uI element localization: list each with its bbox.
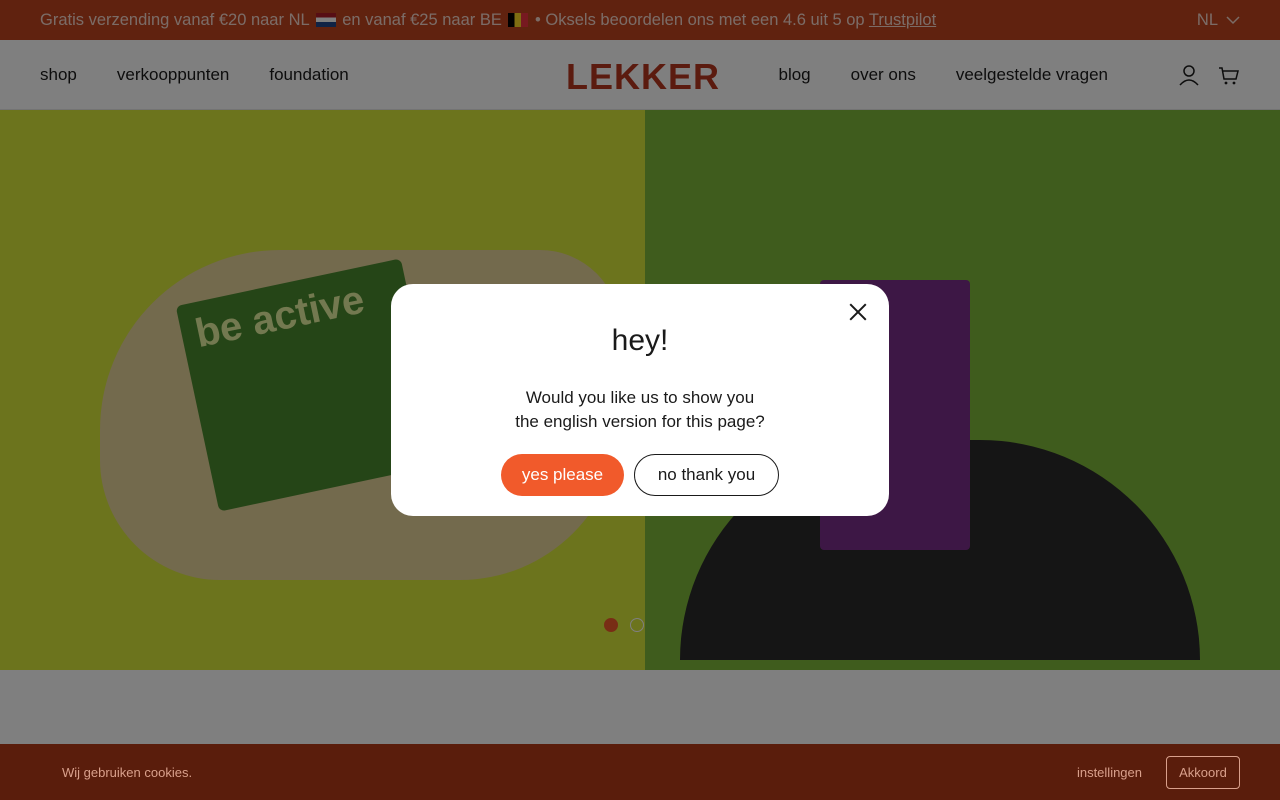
no-thank-you-button[interactable]: no thank you	[634, 454, 779, 496]
cookie-bar: Wij gebruiken cookies. instellingen Akko…	[0, 744, 1280, 800]
modal-title: hey!	[611, 324, 669, 357]
modal-buttons: yes please no thank you	[501, 454, 779, 496]
language-modal: hey! Would you like us to show you the e…	[391, 284, 889, 516]
cookie-accept-button[interactable]: Akkoord	[1166, 755, 1240, 789]
modal-question: Would you like us to show you the englis…	[515, 388, 765, 431]
close-icon[interactable]	[849, 303, 867, 321]
cookie-settings-link[interactable]: instellingen	[1077, 765, 1142, 780]
yes-please-button[interactable]: yes please	[501, 454, 624, 496]
cookie-text: Wij gebruiken cookies.	[62, 764, 193, 780]
cookie-actions: instellingen Akkoord	[1077, 755, 1240, 789]
